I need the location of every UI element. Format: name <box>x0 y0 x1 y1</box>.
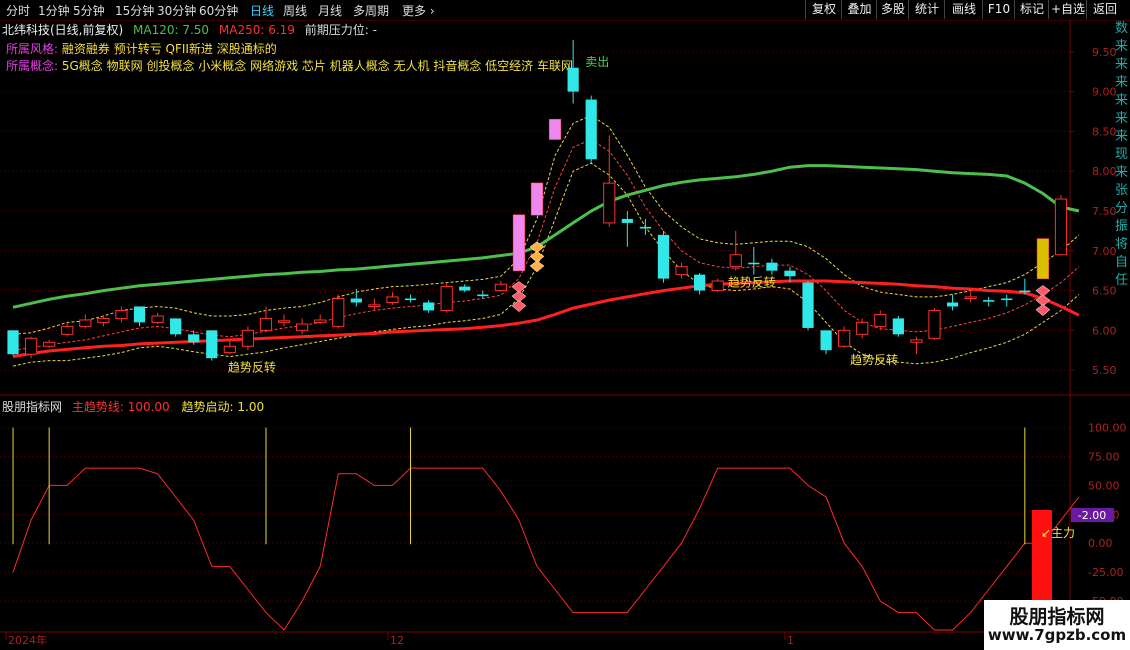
candle-body <box>874 313 887 327</box>
candle-body <box>97 317 110 323</box>
sell-label: 卖出 <box>585 55 609 69</box>
reverse-label: 趋势反转 <box>728 275 776 290</box>
candle-body <box>223 345 236 354</box>
candle-body <box>585 99 597 160</box>
candle-body <box>332 298 345 327</box>
upper-band <box>12 114 1080 335</box>
sub-indicator-name: 股朋指标网 <box>2 400 63 414</box>
candle-body <box>657 234 670 279</box>
candle-body <box>404 298 417 301</box>
sub-y-tick-label: 100.00 <box>1088 422 1127 435</box>
candle-body <box>1001 298 1013 301</box>
reverse-label: 趋势反转 <box>850 352 898 367</box>
y-tick-label: 6.50 <box>1092 285 1117 298</box>
signal-candle <box>1037 238 1049 279</box>
candle-body <box>477 294 489 297</box>
candle-body <box>440 286 453 311</box>
candle-body <box>1054 198 1068 256</box>
candle-body <box>259 317 273 331</box>
candle-body <box>1019 290 1031 293</box>
candle-body <box>802 282 814 328</box>
candle-body <box>910 339 923 343</box>
buy-diamond <box>529 260 545 273</box>
candle-body <box>133 306 146 323</box>
limit-up-candle <box>549 119 561 140</box>
main-trend-line <box>12 467 1080 631</box>
sub-y-tick-label: 50.00 <box>1088 479 1120 492</box>
candle-body <box>422 302 435 311</box>
candle-body <box>928 309 941 339</box>
candle-body <box>675 266 688 276</box>
candle-body <box>711 280 724 292</box>
kline-chart[interactable]: 9.50 9.00 8.50 8.00 7.50 7.00 6.50 6.00 5.50 100.… <box>0 0 1130 650</box>
candle-body <box>79 319 92 327</box>
candle-body <box>241 329 255 347</box>
candle-body <box>188 334 200 343</box>
candle-body <box>748 262 760 265</box>
reverse-label: 趋势反转 <box>228 360 276 375</box>
candle-body <box>43 341 56 347</box>
candle-body <box>206 330 218 359</box>
candle-body <box>61 325 74 335</box>
candle-body <box>964 296 977 300</box>
limit-up-candle <box>531 183 543 215</box>
candle-body <box>766 262 778 271</box>
candle-body <box>694 274 706 291</box>
candle-body <box>459 286 471 291</box>
candle-body <box>25 337 38 355</box>
sub-y-tick-label: 0.00 <box>1088 537 1113 550</box>
candle-body <box>603 182 616 224</box>
y-tick-label: 8.00 <box>1092 165 1117 178</box>
candle-body <box>368 304 381 307</box>
candle-body <box>567 67 579 92</box>
value-tag: -2.00 <box>1078 509 1106 522</box>
lower-band <box>12 162 1080 367</box>
candle-body <box>7 330 19 355</box>
y-tick-label: 9.00 <box>1092 86 1117 99</box>
limit-up-candle <box>513 214 525 271</box>
candle-body <box>892 318 904 335</box>
y-tick-label: 5.50 <box>1092 364 1117 377</box>
candle-body <box>151 315 164 323</box>
candle-body <box>856 321 869 335</box>
sub-y-tick-label: 75.00 <box>1088 450 1120 463</box>
candle-body <box>983 300 995 302</box>
x-tick-label: 2024年 <box>8 633 47 647</box>
sub-y-tick-label: -25.00 <box>1088 566 1123 579</box>
buy-diamond <box>1035 304 1051 316</box>
candle-body <box>277 320 291 323</box>
candle-body <box>170 318 182 335</box>
y-tick-label: 7.50 <box>1092 205 1117 218</box>
main-trend-label: 主趋势线: 100.00 <box>71 400 170 414</box>
candle-body <box>784 270 796 277</box>
candle-body <box>621 218 633 223</box>
y-tick-label: 7.00 <box>1092 245 1117 258</box>
watermark-title: 股朋指标网 <box>1009 606 1105 628</box>
candle-body <box>820 330 832 351</box>
sub-chart-header: 股朋指标网 主趋势线: 100.00 趋势启动: 1.00 <box>2 398 265 414</box>
candle-body <box>296 323 309 331</box>
candle-body <box>115 309 128 319</box>
candle-body <box>729 254 742 268</box>
y-tick-label: 6.00 <box>1092 324 1117 337</box>
force-label: ↙主力 <box>1041 526 1075 540</box>
y-tick-label: 9.50 <box>1092 46 1117 59</box>
x-tick-label: 12 <box>390 634 404 647</box>
y-tick-label: 8.50 <box>1092 125 1117 138</box>
candle-body <box>350 298 362 303</box>
candle-body <box>386 296 399 303</box>
watermark: 股朋指标网 www.7gpzb.com <box>984 600 1130 650</box>
candle-body <box>639 226 652 229</box>
candle-body <box>946 302 959 307</box>
candle-body <box>838 329 851 347</box>
x-tick-label: 1 <box>787 634 794 647</box>
trend-start-label: 趋势启动: 1.00 <box>181 400 265 414</box>
candle-body <box>314 319 327 323</box>
watermark-url: www.7gpzb.com <box>987 626 1127 644</box>
candle-body <box>494 283 507 292</box>
